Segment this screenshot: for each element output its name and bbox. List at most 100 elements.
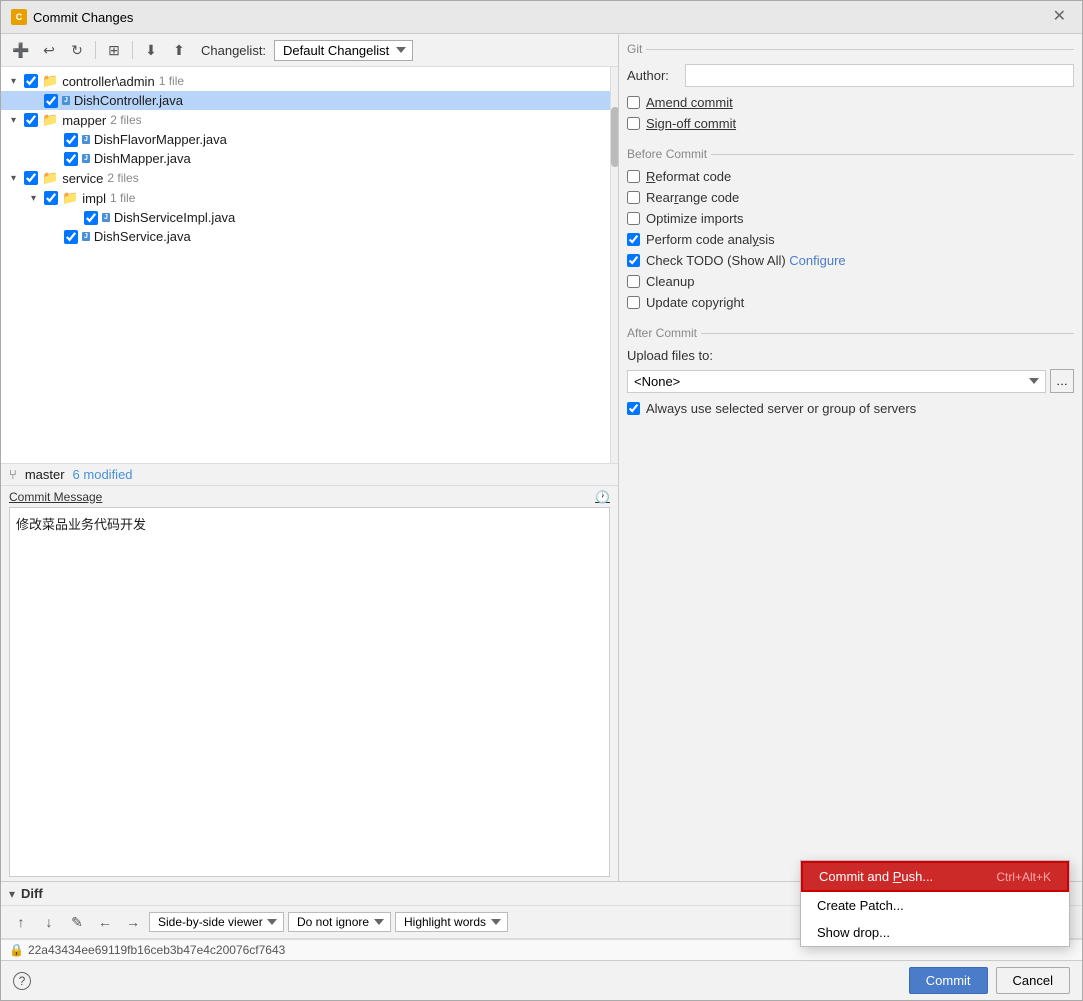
right-panel: Git Author: Amend commit Sign-off commit	[619, 34, 1082, 881]
clock-icon[interactable]: 🕐	[595, 490, 610, 504]
rearrange-checkbox[interactable]	[627, 191, 640, 204]
diff-up-btn[interactable]: ↑	[9, 910, 33, 934]
configure-link[interactable]: Configure	[789, 253, 845, 268]
upload-dropdown[interactable]: <None>	[627, 370, 1046, 393]
tree-folder-mapper[interactable]: ▾ 📁 mapper 2 files	[1, 110, 618, 130]
commit-push-item[interactable]: Commit and Push... Ctrl+Alt+K	[801, 861, 1069, 892]
undo-button[interactable]: ↩	[37, 38, 61, 62]
commit-button[interactable]: Commit	[909, 967, 988, 994]
diff-title: Diff	[21, 886, 43, 901]
todo-label: Check TODO (Show All) Configure	[646, 253, 846, 268]
rearrange-row: Rearrange code	[627, 190, 1074, 205]
cleanup-row: Cleanup	[627, 274, 1074, 289]
file-tree: ▾ 📁 controller\admin 1 file J DishContro…	[1, 67, 618, 463]
checkbox-mapper[interactable]	[24, 113, 38, 127]
checkbox-service[interactable]	[24, 171, 38, 185]
sign-off-row: Sign-off commit	[627, 116, 1074, 131]
main-content: ➕ ↩ ↻ ⊞ ⬇ ⬆ Changelist: Default Changeli…	[1, 34, 1082, 881]
scrollbar-thumb[interactable]	[611, 107, 618, 167]
bottom-bar: ? Commit Cancel	[1, 960, 1082, 1000]
add-button[interactable]: ➕	[9, 38, 33, 62]
changelist-dropdown[interactable]: Default Changelist	[274, 40, 413, 61]
todo-checkbox[interactable]	[627, 254, 640, 267]
rearrange-label: Rearrange code	[646, 190, 739, 205]
file-label: DishController.java	[74, 93, 183, 108]
scrollbar-track	[610, 67, 618, 463]
file-label: DishFlavorMapper.java	[94, 132, 227, 147]
checkbox-controller[interactable]	[24, 74, 38, 88]
folder-count: 2 files	[107, 171, 138, 185]
create-patch-item[interactable]: Create Patch...	[801, 892, 1069, 919]
analyze-checkbox[interactable]	[627, 233, 640, 246]
create-patch-label: Create Patch...	[817, 898, 904, 913]
author-label: Author:	[627, 68, 677, 83]
show-drop-item[interactable]: Show drop...	[801, 919, 1069, 946]
diff-forward-btn[interactable]: →	[121, 910, 145, 934]
checkbox-dishmapper[interactable]	[64, 152, 78, 166]
diff-back-btn[interactable]: ←	[93, 910, 117, 934]
cleanup-checkbox[interactable]	[627, 275, 640, 288]
upload-more-button[interactable]: …	[1050, 369, 1074, 393]
optimize-checkbox[interactable]	[627, 212, 640, 225]
tree-file-dishmapper[interactable]: J DishMapper.java	[1, 149, 618, 168]
viewer-dropdown[interactable]: Side-by-side viewer	[149, 912, 284, 932]
checkbox-impl[interactable]	[44, 191, 58, 205]
chevron-icon: ▾	[11, 115, 21, 126]
tree-file-dishflavormapper[interactable]: J DishFlavorMapper.java	[1, 130, 618, 149]
analyze-label: Perform code analysis	[646, 232, 775, 247]
help-button[interactable]: ?	[13, 972, 31, 990]
changelist-label: Changelist:	[201, 43, 266, 58]
close-button[interactable]: ✕	[1047, 7, 1072, 27]
tree-folder-service[interactable]: ▾ 📁 service 2 files	[1, 168, 618, 188]
sign-off-checkbox[interactable]	[627, 117, 640, 130]
refresh-button[interactable]: ↻	[65, 38, 89, 62]
collapse-button[interactable]: ⬆	[167, 38, 191, 62]
checkbox-dishserviceimpl[interactable]	[84, 211, 98, 225]
checkbox-dishservice[interactable]	[64, 230, 78, 244]
reformat-checkbox[interactable]	[627, 170, 640, 183]
tree-folder-impl[interactable]: ▾ 📁 impl 1 file	[1, 188, 618, 208]
status-bar: ⑂ master 6 modified	[1, 463, 618, 486]
chevron-diff-icon[interactable]: ▾	[9, 887, 15, 901]
tree-file-dishservice[interactable]: J DishService.java	[1, 227, 618, 246]
diff-edit-btn[interactable]: ✎	[65, 910, 89, 934]
commit-message-input[interactable]: 修改菜品业务代码开发	[9, 507, 610, 878]
amend-commit-checkbox[interactable]	[627, 96, 640, 109]
commit-changes-dialog: C Commit Changes ✕ ➕ ↩ ↻ ⊞ ⬇ ⬆ Changelis…	[0, 0, 1083, 1001]
lock-icon: 🔒	[9, 943, 24, 957]
copyright-checkbox[interactable]	[627, 296, 640, 309]
chevron-icon: ▾	[31, 193, 41, 204]
checkbox-dishflavormapper[interactable]	[64, 133, 78, 147]
cancel-button[interactable]: Cancel	[996, 967, 1070, 994]
git-section: Git Author: Amend commit Sign-off commit	[627, 42, 1074, 137]
upload-label: Upload files to:	[627, 348, 1074, 363]
always-use-checkbox[interactable]	[627, 402, 640, 415]
always-use-label: Always use selected server or group of s…	[646, 401, 916, 416]
ignore-dropdown[interactable]: Do not ignore	[288, 912, 391, 932]
divider-2	[132, 41, 133, 59]
always-use-row: Always use selected server or group of s…	[627, 401, 1074, 416]
file-label: DishService.java	[94, 229, 191, 244]
file-label: DishMapper.java	[94, 151, 191, 166]
highlight-dropdown[interactable]: Highlight words	[395, 912, 508, 932]
app-icon: C	[11, 9, 27, 25]
file-tree-toolbar: ➕ ↩ ↻ ⊞ ⬇ ⬆ Changelist: Default Changeli…	[1, 34, 618, 67]
diff-down-btn[interactable]: ↓	[37, 910, 61, 934]
reformat-row: Reformat code	[627, 169, 1074, 184]
tree-file-dishserviceimpl[interactable]: J DishServiceImpl.java	[1, 208, 618, 227]
move-button[interactable]: ⊞	[102, 38, 126, 62]
tree-file-dishcontroller[interactable]: J DishController.java	[1, 91, 618, 110]
author-input[interactable]	[685, 64, 1074, 87]
title-bar-left: C Commit Changes	[11, 9, 133, 25]
folder-count: 1 file	[110, 191, 135, 205]
modified-count: 6 modified	[73, 467, 133, 482]
expand-button[interactable]: ⬇	[139, 38, 163, 62]
tree-folder-controller[interactable]: ▾ 📁 controller\admin 1 file	[1, 71, 618, 91]
folder-count: 1 file	[159, 74, 184, 88]
commit-push-label: Commit and Push...	[819, 869, 933, 884]
commit-dropdown-menu: Commit and Push... Ctrl+Alt+K Create Pat…	[800, 860, 1070, 947]
checkbox-dishcontroller[interactable]	[44, 94, 58, 108]
java-icon: J	[82, 232, 90, 241]
reformat-label: Reformat code	[646, 169, 731, 184]
before-commit-title: Before Commit	[627, 147, 707, 161]
